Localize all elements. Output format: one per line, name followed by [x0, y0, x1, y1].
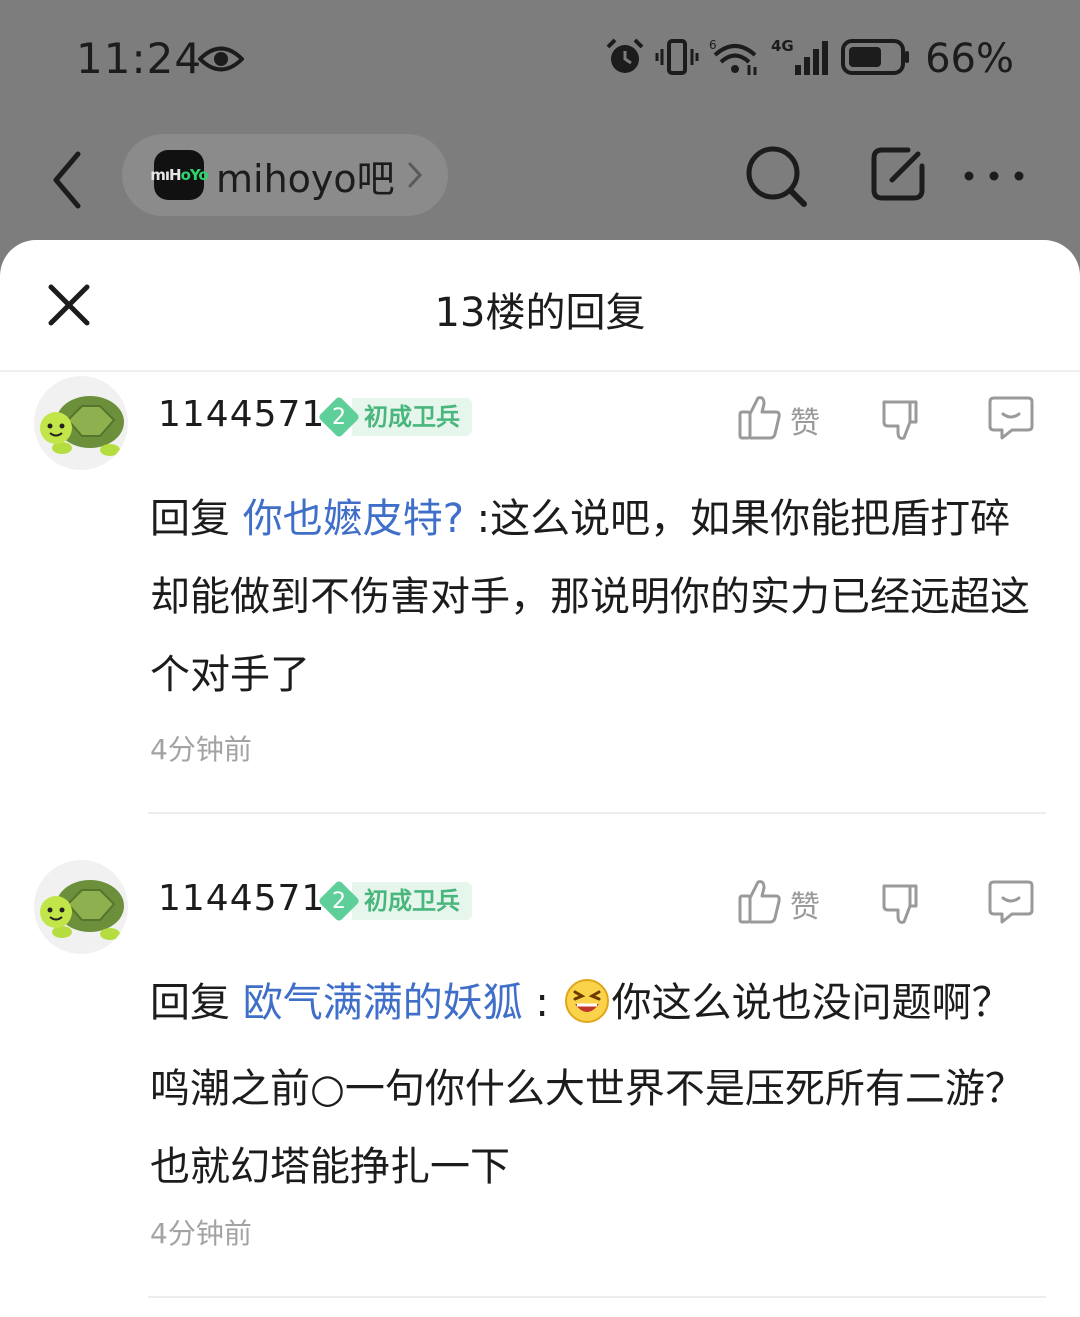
comment-text: 回复 你也嬷皮特? :这么说吧，如果你能把盾打碎却能做到不伤害对手，那说明你的实… [150, 480, 1050, 714]
more-icon[interactable] [962, 168, 1026, 187]
edit-icon[interactable] [868, 144, 928, 208]
status-icons: 6 4G 66% [605, 36, 1014, 82]
reply-prefix: 回复 [150, 980, 230, 1026]
comment-time: 4分钟前 [150, 1217, 252, 1250]
turtle-avatar-icon [40, 880, 124, 940]
avatar[interactable] [34, 376, 128, 470]
eye-icon [197, 44, 245, 78]
alarm-icon [605, 37, 645, 81]
reply-item: 1144571 2 初成卫兵 赞 回复 欧气满满的妖狐 : 你这么说也没问题啊？… [0, 854, 1080, 1299]
back-icon[interactable] [48, 148, 88, 216]
forum-logo: mıH oYo [150, 150, 209, 200]
level-badge: 2 初成卫兵 [320, 882, 472, 920]
reply-sheet: 13楼的回复 1144571 2 初成卫兵 赞 回复 你也嬷皮特?:这么说吧，… [0, 240, 1080, 1317]
sheet-header: 13楼的回复 [0, 240, 1080, 372]
comment-text: 回复 欧气满满的妖狐 : 你这么说也没问题啊？鸣潮之前○一句你什么大世界不是压死… [150, 964, 1050, 1206]
battery-icon [841, 37, 911, 81]
vibrate-icon [655, 37, 699, 81]
laughing-emoji-icon [564, 972, 610, 1050]
thumbs-up-icon[interactable] [738, 394, 782, 444]
status-time: 11:24 [76, 34, 203, 83]
level-title: 初成卫兵 [352, 398, 472, 436]
top-nav: mıH oYo mihoyo吧 [0, 120, 1080, 240]
comment-icon[interactable] [988, 394, 1034, 444]
thumbs-down-icon[interactable] [880, 880, 926, 930]
reply-item: 1144571 2 初成卫兵 赞 回复 你也嬷皮特? :这么说吧，如果你能把盾打… [0, 370, 1080, 815]
comment-time: 4分钟前 [150, 733, 252, 766]
network-type: 4G [771, 37, 794, 55]
username[interactable]: 1144571 [158, 878, 325, 919]
status-bar: 11:24 6 4G 66% [0, 0, 1080, 120]
like-label[interactable]: 赞 [790, 398, 820, 442]
battery-percent: 66% [925, 36, 1014, 82]
level-title: 初成卫兵 [352, 882, 472, 920]
divider [148, 812, 1046, 814]
level-number: 2 [320, 398, 358, 436]
forum-chip[interactable]: mıH oYo mihoyo吧 [122, 134, 448, 216]
username[interactable]: 1144571 [158, 394, 325, 435]
divider [148, 1296, 1046, 1298]
level-badge: 2 初成卫兵 [320, 398, 472, 436]
like-label[interactable]: 赞 [790, 882, 820, 926]
chevron-right-icon [407, 160, 423, 194]
comment-icon[interactable] [988, 878, 1034, 928]
comment-colon: : [522, 980, 549, 1026]
reply-prefix: 回复 [150, 496, 230, 542]
mention-link[interactable]: 欧气满满的妖狐 [243, 980, 523, 1026]
signal-icon: 4G [771, 37, 831, 81]
sheet-title: 13楼的回复 [434, 290, 646, 336]
wifi-icon: 6 [709, 37, 761, 81]
thumbs-down-icon[interactable] [880, 396, 926, 446]
search-icon[interactable] [744, 144, 810, 214]
mention-link[interactable]: 你也嬷皮特? [243, 496, 464, 542]
turtle-avatar-icon [40, 396, 124, 456]
level-number: 2 [320, 882, 358, 920]
thumbs-up-icon[interactable] [738, 878, 782, 928]
forum-name: mihoyo吧 [216, 156, 395, 201]
wifi-badge: 6 [709, 38, 717, 52]
avatar[interactable] [34, 860, 128, 954]
